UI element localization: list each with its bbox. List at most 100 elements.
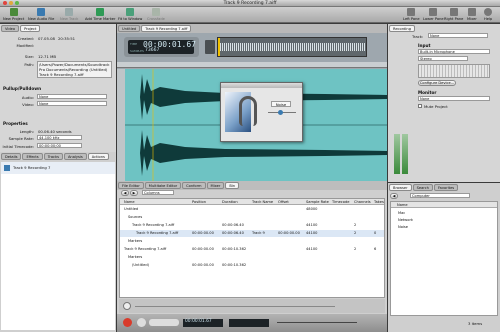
tab-project[interactable]: Project — [20, 25, 41, 32]
browser-back-button[interactable]: ◀ — [390, 193, 398, 199]
size-label: Size: — [24, 54, 34, 59]
table-row[interactable]: Track 9 Recording 7.aiff 00:00:06.40 44100… — [120, 222, 384, 229]
global-waveform-overview[interactable] — [217, 37, 367, 57]
fit-to-window-button[interactable]: Fit to Window — [118, 8, 142, 21]
browser-item-network[interactable]: Network — [398, 218, 413, 222]
tab-conform[interactable]: Conform — [182, 182, 206, 189]
tab-multitake-editor[interactable]: Multitake Editor — [144, 182, 182, 189]
col-offset[interactable]: Offset — [278, 200, 289, 204]
transport-time-secondary — [229, 319, 269, 327]
tab-search[interactable]: Search — [412, 184, 433, 191]
action-row[interactable]: Track 9 Recording 7 — [1, 162, 115, 174]
table-row[interactable]: (Untitled) 00:00:00.00 00:00:10.362 — [120, 262, 384, 269]
col-sample-rate[interactable]: Sample Rate — [306, 200, 329, 204]
left-pane-button[interactable]: Left Pane — [403, 8, 420, 21]
crossfade-button[interactable]: Crossfade — [147, 8, 165, 21]
browser-item-noise[interactable]: Noise — [398, 225, 408, 229]
new-track-icon — [65, 8, 74, 16]
col-channels[interactable]: Channels — [354, 200, 371, 204]
cell-track: Track 9 — [252, 231, 265, 235]
transport-controls[interactable] — [149, 319, 179, 326]
tab-video[interactable]: Video — [1, 25, 20, 32]
view-as-select[interactable]: Columns — [142, 190, 174, 195]
table-row[interactable]: Untitled 48000 — [120, 206, 384, 213]
actions-list: Track 9 Recording 7 — [1, 162, 115, 330]
col-takes[interactable]: Takes — [374, 200, 384, 204]
plugin-name: Noise — [271, 101, 291, 107]
lower-pane-button[interactable]: Lower Pane — [423, 8, 444, 21]
bin-back-button[interactable]: ◀ — [121, 190, 129, 196]
tab-file-editor[interactable]: File Editor — [118, 182, 144, 189]
video-pullup-select[interactable]: None — [37, 101, 107, 106]
path-label: Path: — [24, 62, 34, 67]
monitor-select[interactable]: None — [418, 96, 490, 101]
audio-pullup-select[interactable]: None — [37, 94, 107, 99]
col-position[interactable]: Position — [192, 200, 206, 204]
table-row[interactable]: Track 9 Recording 7.aiff 00:00:00.00 00:00… — [120, 230, 384, 237]
browser-location-select[interactable]: Computer — [410, 193, 470, 198]
record-button[interactable] — [123, 318, 132, 327]
browser-col-name[interactable]: Name — [397, 203, 408, 207]
cell-dur: 00:00:10.362 — [222, 247, 247, 251]
pullup-title: Pullup/Pulldown — [3, 86, 42, 91]
view-toggle-button[interactable] — [205, 40, 215, 54]
tab-bin[interactable]: Bin — [225, 182, 240, 189]
col-track-name[interactable]: Track Name — [252, 200, 273, 204]
amplitude-ruler — [117, 69, 125, 181]
col-name[interactable]: Name — [124, 200, 135, 204]
plugin-slider-knob[interactable] — [278, 110, 283, 115]
browser-list: Name Mac Network Noise — [390, 201, 498, 316]
tab-effects[interactable]: Effects — [22, 153, 43, 160]
overview-waveform — [218, 43, 366, 51]
play-button[interactable] — [137, 318, 146, 327]
help-button[interactable]: Help — [484, 8, 492, 21]
browser-item-mac[interactable]: Mac — [398, 211, 405, 215]
configure-device-button[interactable]: Configure Device... — [418, 80, 456, 86]
audio-label: Audio: — [21, 95, 34, 100]
browser-panel: Browser Search Favorites ◀ Computer Name… — [388, 183, 500, 332]
bin-table-header: Name Position Duration Track Name Offset… — [120, 199, 384, 205]
tab-favorites[interactable]: Favorites — [433, 184, 459, 191]
timeline-ruler[interactable] — [117, 62, 387, 68]
action-item-label: Track 9 Recording 7 — [13, 165, 51, 170]
tab-details[interactable]: Details — [1, 153, 22, 160]
new-project-button[interactable]: New Project — [3, 8, 24, 21]
tab-actions[interactable]: Actions — [87, 153, 109, 160]
tab-tracks[interactable]: Tracks — [43, 153, 63, 160]
col-duration[interactable]: Duration — [222, 200, 238, 204]
table-row[interactable]: Sources — [120, 214, 384, 221]
input-channel-select[interactable]: Stereo — [418, 56, 468, 61]
created-time: 20:35:51 — [58, 36, 76, 41]
cell-name: (Untitled) — [132, 263, 150, 267]
new-audio-file-icon — [37, 8, 46, 16]
new-track-button[interactable]: New Track — [60, 8, 78, 21]
sample-rate-select[interactable]: 44.100 kHz — [37, 135, 82, 140]
add-time-marker-button[interactable]: Add Time Marker — [85, 8, 115, 21]
document-tabs: Untitled Track 9 Recording 7.aiff — [117, 24, 387, 33]
doc-tab-track9[interactable]: Track 9 Recording 7.aiff — [141, 25, 192, 32]
headphones-icon — [239, 96, 257, 126]
track-select[interactable]: None — [428, 33, 488, 38]
tab-browser[interactable]: Browser — [389, 184, 412, 191]
preview-scrubber[interactable] — [135, 306, 335, 307]
input-device-select[interactable]: Built-in Microphone — [418, 49, 490, 54]
right-pane-button[interactable]: Right Pane — [444, 8, 463, 21]
mute-project-checkbox[interactable] — [418, 104, 422, 108]
table-row[interactable]: Track 9 Recording 7.aiff 00:00:00.00 00:00… — [120, 246, 384, 253]
initial-timecode-field[interactable]: 00:00:00;00 — [37, 143, 82, 148]
tab-analysis[interactable]: Analysis — [63, 153, 87, 160]
mixer-button[interactable]: Mixer — [467, 8, 477, 21]
tab-mixer[interactable]: Mixer — [206, 182, 225, 189]
doc-tab-untitled[interactable]: Untitled — [118, 25, 141, 32]
tab-recording[interactable]: Recording — [389, 25, 415, 32]
plugin-titlebar[interactable] — [221, 83, 302, 88]
volume-slider[interactable] — [277, 322, 357, 323]
table-row[interactable]: Markers — [120, 238, 384, 245]
overview-playhead[interactable] — [218, 38, 220, 56]
preview-play-button[interactable] — [123, 302, 131, 310]
col-timecode[interactable]: Timecode — [332, 200, 349, 204]
bin-forward-button[interactable]: ▶ — [130, 190, 138, 196]
noise-plugin-window[interactable]: Noise — [220, 82, 303, 142]
table-row[interactable]: Markers — [120, 254, 384, 261]
new-audio-file-button[interactable]: New Audio File — [28, 8, 54, 21]
